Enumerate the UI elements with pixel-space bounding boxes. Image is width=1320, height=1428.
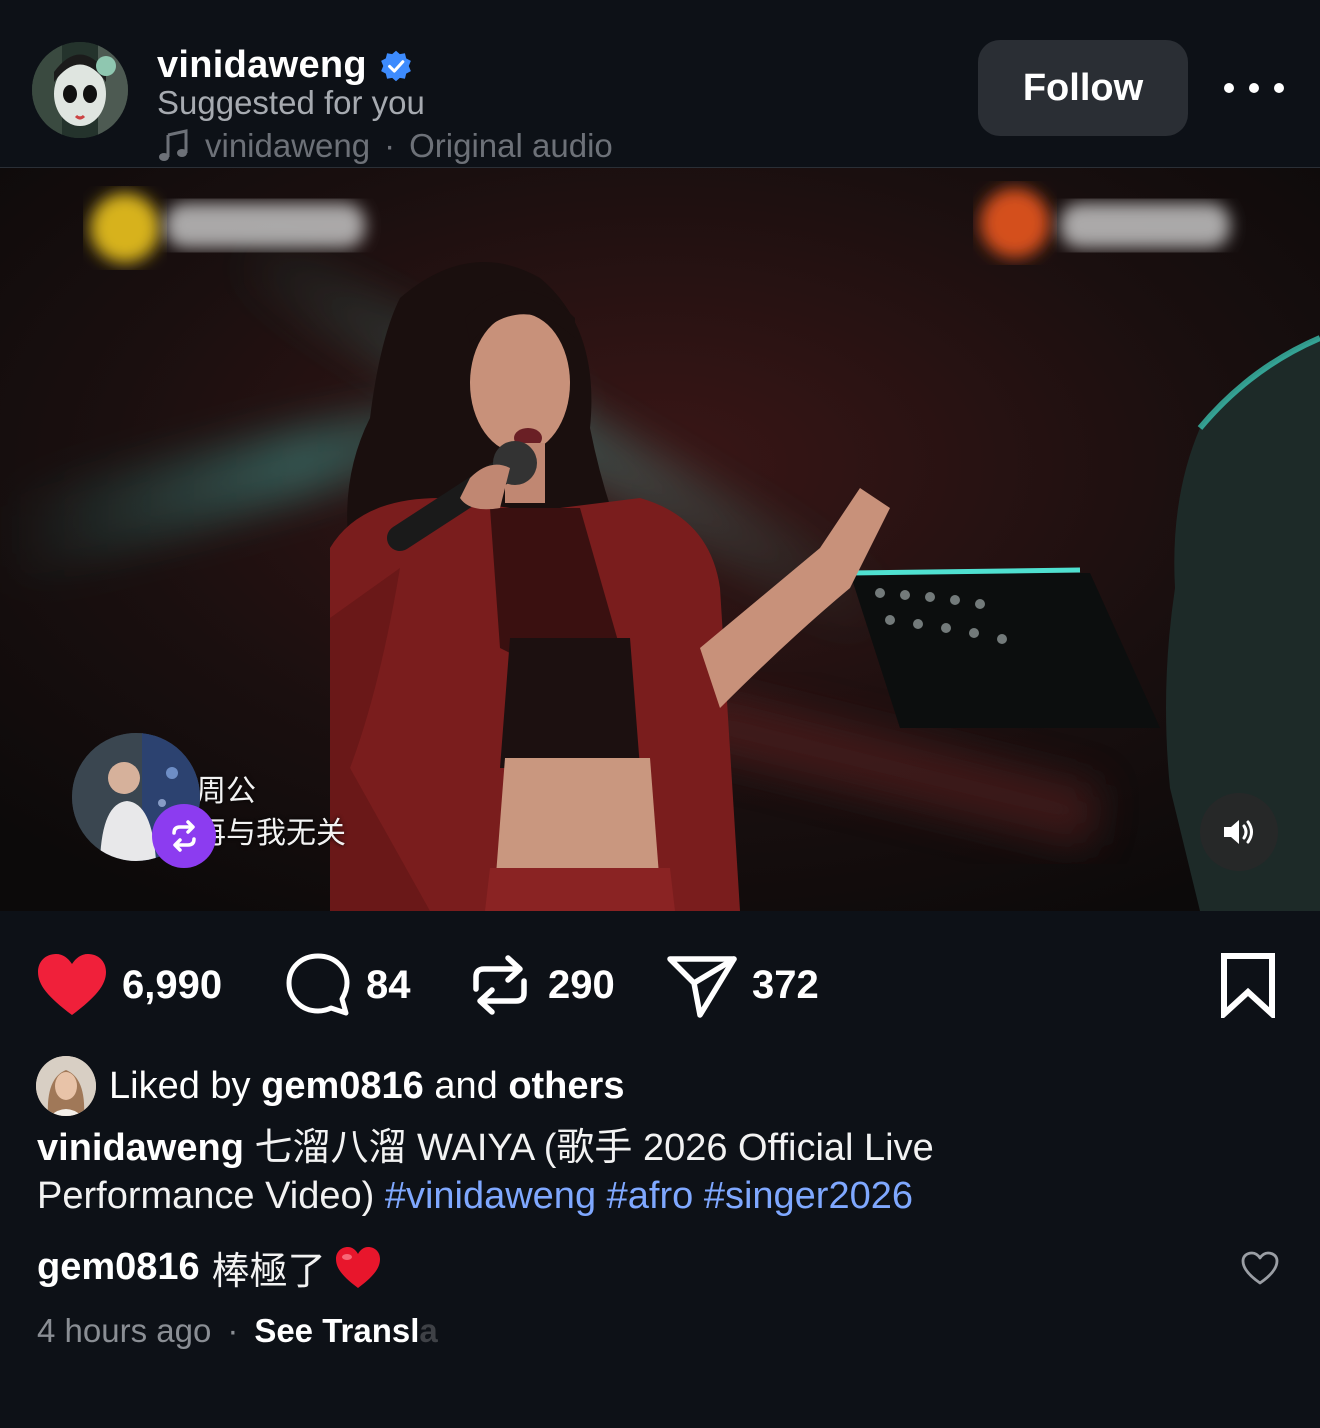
heart-filled-icon [38, 954, 106, 1015]
comment-count: 84 [366, 962, 411, 1007]
post-header: vinidaweng Suggested for you vinidaweng … [0, 0, 1320, 168]
comment-action[interactable]: 84 [284, 940, 411, 1030]
video-player[interactable]: 周公 再与我无关 [0, 168, 1320, 911]
audio-label: Original audio [409, 127, 613, 164]
audio-info[interactable]: vinidaweng · Original audio [157, 127, 613, 165]
bookmark-icon[interactable] [1218, 952, 1278, 1018]
liked-by-row[interactable]: Liked by gem0816 and others [36, 1055, 624, 1117]
liked-by-middle: and [434, 1064, 498, 1107]
top-comment: gem0816 棒極了 [37, 1240, 382, 1295]
liked-by-others[interactable]: others [508, 1065, 624, 1107]
author-name-row: vinidaweng [157, 44, 413, 87]
hashtag-link[interactable]: #singer2026 [704, 1175, 913, 1217]
like-count: 6,990 [122, 962, 223, 1007]
red-heart-emoji-icon [335, 1246, 380, 1288]
author-username[interactable]: vinidaweng [157, 44, 367, 87]
caption-username[interactable]: vinidaweng [37, 1127, 244, 1169]
comment-username[interactable]: gem0816 [37, 1246, 200, 1289]
liked-by-prefix: Liked by [109, 1064, 251, 1107]
see-translation-link[interactable]: See Transl [254, 1312, 419, 1350]
meta-separator: · [227, 1312, 239, 1349]
comment-icon [286, 953, 350, 1016]
follow-button[interactable]: Follow [978, 40, 1188, 136]
verified-badge-icon [381, 50, 411, 81]
repost-count: 290 [548, 962, 615, 1007]
repost-icon [473, 955, 527, 1015]
audio-username: vinidaweng [205, 127, 371, 164]
action-bar: 6,990 84 290 372 [0, 940, 1320, 1030]
hashtag-link[interactable]: #afro [607, 1175, 694, 1217]
see-translation-faded: a [419, 1312, 438, 1349]
comment-like-heart-icon[interactable] [1240, 1250, 1280, 1286]
audio-separator: · [384, 127, 396, 164]
liked-by-text: Liked by gem0816 and others [109, 1065, 624, 1108]
remix-icon[interactable] [152, 804, 216, 868]
comment-meta: 4 hours ago · See Transl a [37, 1312, 438, 1350]
lyric-line-1: 周公 [196, 774, 256, 809]
share-action[interactable]: 372 [666, 940, 819, 1030]
liked-by-user[interactable]: gem0816 [261, 1065, 424, 1107]
comment-text: 棒極了 [211, 1249, 326, 1293]
share-icon [667, 956, 737, 1018]
like-action[interactable]: 6,990 [36, 940, 222, 1030]
author-avatar[interactable] [32, 42, 128, 138]
suggested-label: Suggested for you [157, 84, 425, 121]
liked-by-avatar [36, 1056, 96, 1116]
post-caption: vinidaweng 七溜八溜 WAIYA (歌手 2026 Official … [37, 1124, 1117, 1220]
music-note-icon [159, 129, 188, 161]
repost-action[interactable]: 290 [466, 940, 615, 1030]
comment-timestamp: 4 hours ago [37, 1312, 212, 1349]
lyric-line-2: 再与我无关 [196, 816, 346, 851]
more-options-icon[interactable] [1224, 70, 1284, 106]
volume-icon[interactable] [1200, 793, 1278, 871]
hashtag-link[interactable]: #vinidaweng [385, 1175, 596, 1217]
share-count: 372 [752, 962, 819, 1007]
